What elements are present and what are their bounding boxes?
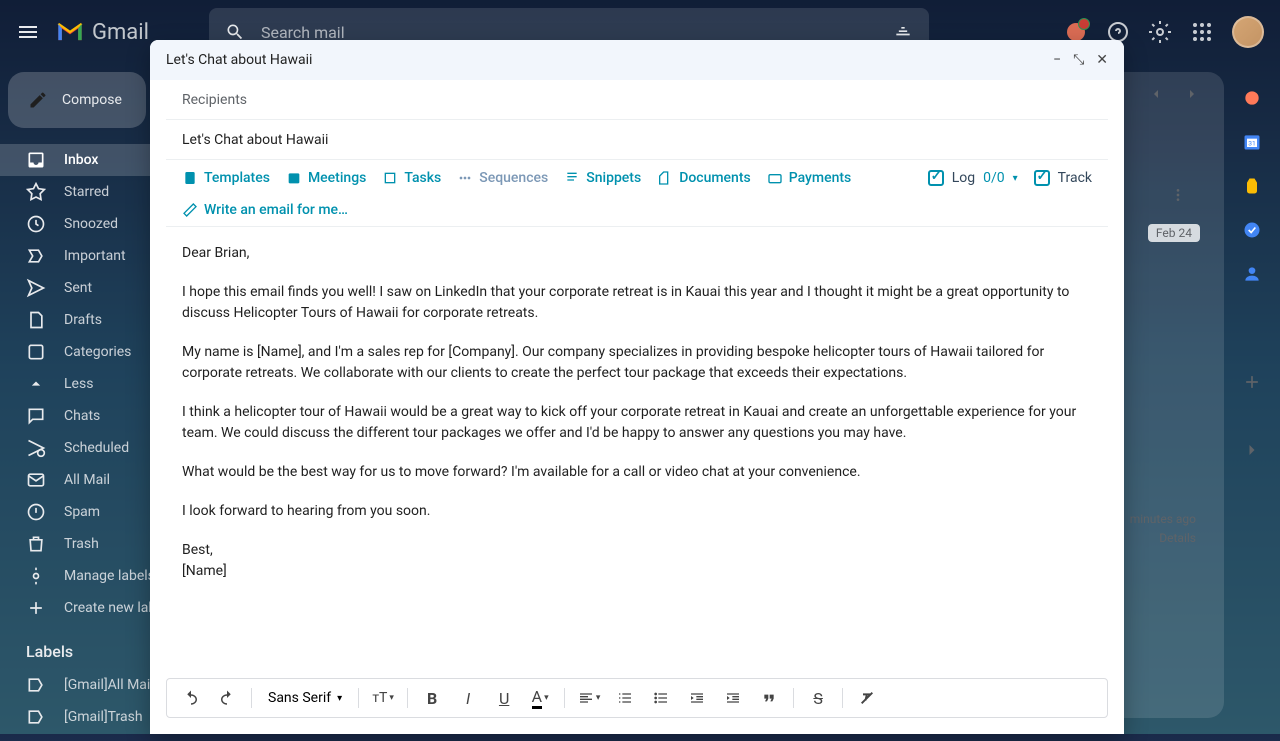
hs-track-toggle[interactable]: Track [1034,170,1092,186]
gmail-logo-icon [56,21,84,43]
plus-icon [26,598,46,618]
templates-icon [182,170,198,186]
numbered-list-button[interactable] [609,682,641,714]
draft-icon [26,310,46,330]
details-link[interactable]: Details [1130,529,1196,548]
main-menu-icon[interactable] [16,20,40,44]
add-addon-icon[interactable] [1242,372,1262,392]
calendar-icon[interactable]: 31 [1242,132,1262,152]
hs-documents[interactable]: Documents [657,170,751,186]
label-icon [26,675,46,695]
compose-button[interactable]: Compose [8,72,146,128]
hs-payments[interactable]: Payments [767,170,852,186]
gmail-logo[interactable]: Gmail [56,20,149,45]
clock-icon [26,214,46,234]
hs-sequences[interactable]: Sequences [457,170,548,186]
align-button[interactable]: ▾ [573,682,605,714]
pencil-icon [28,90,48,110]
hs-snippets[interactable]: Snippets [564,170,641,186]
checkbox-icon [928,170,944,186]
hubspot-sprocket-icon[interactable] [1242,88,1262,108]
important-icon [26,246,46,266]
category-icon [26,342,46,362]
checkbox-icon [1034,170,1050,186]
hs-tasks[interactable]: Tasks [382,170,441,186]
font-family-select[interactable]: Sans Serif▾ [260,690,350,706]
compose-body[interactable]: Dear Brian, I hope this email finds you … [166,227,1114,678]
prev-icon[interactable] [1148,86,1164,102]
sequences-icon [457,170,473,186]
chevron-up-icon [26,374,46,394]
font-size-button[interactable]: тT▾ [367,682,399,714]
tasks-icon[interactable] [1242,220,1262,240]
trash-icon [26,534,46,554]
hs-meetings[interactable]: Meetings [286,170,366,186]
redo-button[interactable] [211,682,243,714]
settings-icon[interactable] [1148,20,1172,44]
bold-button[interactable]: B [416,682,448,714]
recipients-field[interactable]: Recipients [166,80,1108,120]
tasks-hs-icon [382,170,398,186]
account-avatar[interactable] [1232,16,1264,48]
hs-templates[interactable]: Templates [182,170,270,186]
account-activity: minutes ago Details [1130,510,1196,548]
next-icon[interactable] [1184,86,1200,102]
search-options-icon[interactable] [893,22,913,42]
chevron-down-icon: ▾ [1013,173,1018,184]
bullet-list-button[interactable] [645,682,677,714]
undo-button[interactable] [175,682,207,714]
text-color-button[interactable]: A▾ [524,682,556,714]
chevron-down-icon: ▾ [389,693,394,703]
subject-field[interactable]: Let's Chat about Hawaii [166,120,1108,160]
chevron-down-icon: ▾ [544,693,549,703]
search-input[interactable] [261,23,877,42]
search-icon [225,22,245,42]
indent-more-button[interactable] [717,682,749,714]
indent-less-button[interactable] [681,682,713,714]
schedule-icon [26,438,46,458]
edit-icon [182,202,198,218]
apps-icon[interactable] [1190,20,1214,44]
star-icon [26,182,46,202]
compose-title: Let's Chat about Hawaii [166,52,312,68]
hubspot-toolbar: Templates Meetings Tasks Sequences Snipp… [166,160,1108,227]
close-icon[interactable]: ✕ [1096,52,1108,68]
quote-button[interactable] [753,682,785,714]
minimize-icon[interactable]: − [1053,52,1061,68]
hs-write-ai[interactable]: Write an email for me… [182,202,348,218]
compose-titlebar[interactable]: Let's Chat about Hawaii − ⤡ ✕ [150,40,1124,80]
side-panel: 31 [1224,64,1280,476]
compose-window: Let's Chat about Hawaii − ⤡ ✕ Recipients… [150,40,1124,734]
chevron-down-icon: ▾ [337,693,342,704]
contacts-icon[interactable] [1242,264,1262,284]
italic-button[interactable]: I [452,682,484,714]
mail-nav [1148,86,1200,102]
documents-icon [657,170,673,186]
chat-icon [26,406,46,426]
fullscreen-icon[interactable]: ⤡ [1073,52,1084,68]
more-menu[interactable] [1170,187,1186,203]
format-toolbar: Sans Serif▾ тT▾ B I U A▾ ▾ S [166,678,1108,718]
allmail-icon [26,470,46,490]
gmail-logo-text: Gmail [92,20,149,45]
gear-icon [26,566,46,586]
keep-icon[interactable] [1242,176,1262,196]
send-icon [26,278,46,298]
payments-icon [767,170,783,186]
mail-date: Feb 24 [1148,224,1200,242]
svg-text:31: 31 [1248,139,1255,147]
spam-icon [26,502,46,522]
collapse-panel-icon[interactable] [1242,440,1262,460]
meetings-icon [286,170,302,186]
chevron-down-icon: ▾ [596,693,601,703]
underline-button[interactable]: U [488,682,520,714]
hs-log-toggle[interactable]: Log 0/0 ▾ [928,170,1018,186]
more-vert-icon [1170,187,1186,203]
snippets-icon [564,170,580,186]
inbox-icon [26,150,46,170]
strikethrough-button[interactable]: S [802,682,834,714]
remove-formatting-button[interactable] [851,682,883,714]
label-icon [26,707,46,727]
